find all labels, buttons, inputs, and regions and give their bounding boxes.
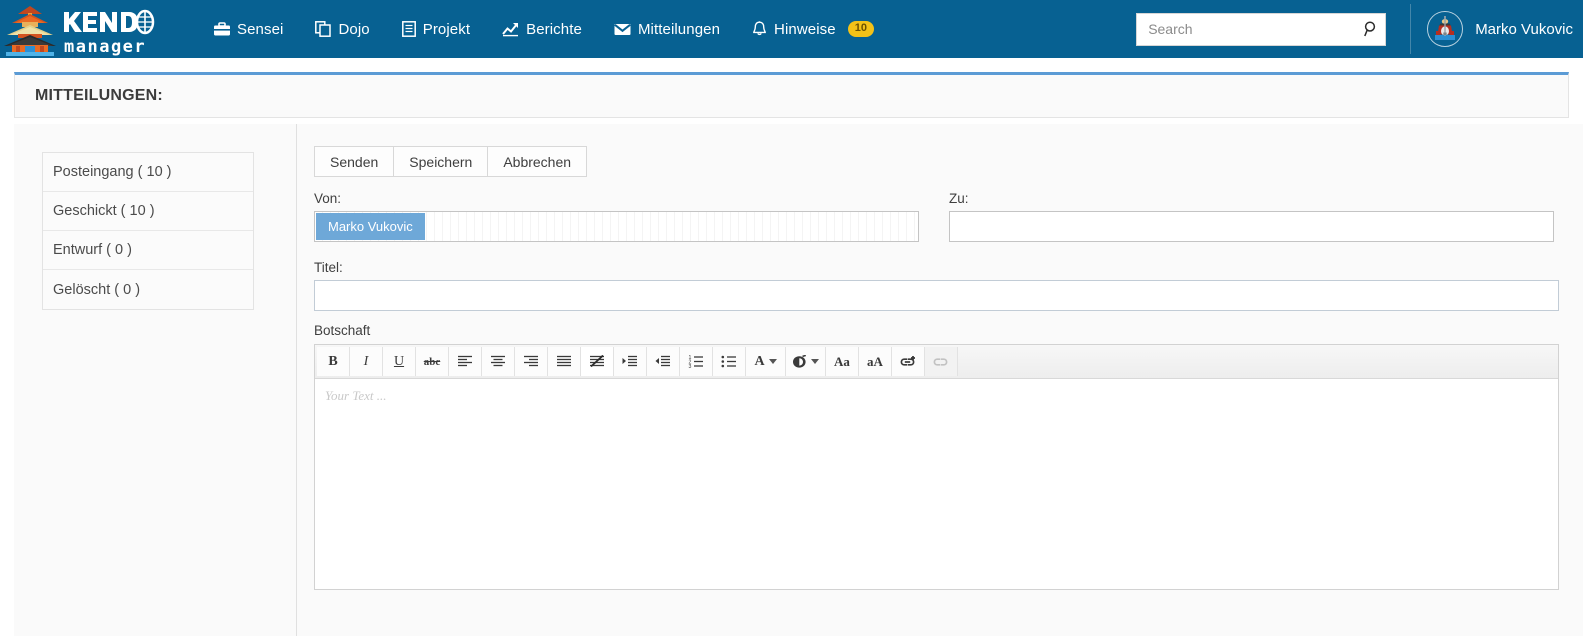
- from-field-group: Von: Marko Vukovic: [314, 191, 919, 242]
- nav-item-projekt[interactable]: Projekt: [386, 15, 486, 44]
- save-button[interactable]: Speichern: [393, 146, 488, 177]
- nav-item-label: Mitteilungen: [637, 20, 721, 38]
- bell-icon: [752, 21, 767, 37]
- folder-list: Posteingang ( 10 ) Geschickt ( 10 ) Entw…: [42, 152, 254, 310]
- header-divider: [1410, 4, 1412, 54]
- message-editor-area[interactable]: Your Text ...: [315, 379, 1558, 589]
- folder-label: Posteingang ( 10 ): [53, 164, 172, 180]
- notification-badge: 10: [847, 21, 874, 37]
- nav-item-dojo[interactable]: Dojo: [299, 15, 385, 44]
- nav-item-label: Hinweise: [774, 20, 836, 38]
- nav-item-berichte[interactable]: Berichte: [486, 15, 598, 44]
- indent-decrease-icon[interactable]: [647, 347, 680, 376]
- folder-label: Entwurf ( 0 ): [53, 242, 132, 258]
- nav-item-label: Berichte: [526, 20, 582, 38]
- from-input[interactable]: Marko Vukovic: [314, 211, 919, 242]
- search-icon: [1364, 21, 1376, 37]
- page-title: MITTEILUNGEN:: [35, 87, 163, 104]
- indent-increase-icon[interactable]: [614, 347, 647, 376]
- top-navigation-bar: manager Sensei Dojo Projekt Berichte Mit…: [0, 0, 1583, 58]
- samurai-avatar-icon: [1430, 14, 1461, 44]
- folder-label: Geschickt ( 10 ): [53, 203, 155, 219]
- strikethrough-icon[interactable]: abc: [416, 347, 449, 376]
- bold-icon[interactable]: B: [317, 347, 350, 376]
- page-header-panel: MITTEILUNGEN:: [14, 72, 1569, 118]
- font-size-decrease-icon[interactable]: aA: [859, 347, 892, 376]
- send-button[interactable]: Senden: [314, 146, 394, 177]
- rich-text-editor: B I U abc 1 2 3 A Aa aA Your Text ...: [314, 344, 1559, 590]
- user-menu[interactable]: Marko Vukovic: [1427, 11, 1583, 47]
- highlight-color-icon[interactable]: [786, 347, 826, 376]
- folder-label: Gelöscht ( 0 ): [53, 281, 141, 298]
- italic-icon[interactable]: I: [350, 347, 383, 376]
- cancel-button[interactable]: Abbrechen: [487, 146, 588, 177]
- chevron-down-icon: [811, 359, 819, 364]
- underline-icon[interactable]: U: [383, 347, 416, 376]
- compose-actions: Senden Speichern Abbrechen: [314, 146, 1559, 177]
- recipient-token[interactable]: Marko Vukovic: [316, 213, 425, 240]
- document-icon: [401, 21, 416, 37]
- search-button[interactable]: [1364, 21, 1379, 37]
- nav-item-label: Projekt: [422, 20, 471, 38]
- editor-toolbar: B I U abc 1 2 3 A Aa aA: [315, 345, 1558, 379]
- copy-icon: [315, 21, 332, 37]
- nav-item-label: Sensei: [237, 20, 284, 38]
- insert-link-icon[interactable]: [892, 347, 925, 376]
- align-center-icon[interactable]: [482, 347, 515, 376]
- search-box[interactable]: [1136, 12, 1387, 46]
- align-right-icon[interactable]: [515, 347, 548, 376]
- main-menu: Sensei Dojo Projekt Berichte Mitteilunge: [198, 15, 890, 44]
- recipient-row: Von: Marko Vukovic Zu:: [314, 191, 1559, 242]
- remove-format-icon[interactable]: [581, 347, 614, 376]
- message-label: Botschaft: [314, 323, 371, 338]
- nav-item-sensei[interactable]: Sensei: [198, 15, 299, 44]
- message-placeholder: Your Text ...: [325, 388, 387, 403]
- font-color-icon[interactable]: A: [746, 347, 786, 376]
- chevron-down-icon: [768, 359, 777, 364]
- to-input[interactable]: [949, 211, 1554, 242]
- align-left-icon[interactable]: [449, 347, 482, 376]
- nav-item-mitteilungen[interactable]: Mitteilungen: [598, 15, 736, 44]
- remove-link-icon: [925, 347, 958, 376]
- sidebar: Posteingang ( 10 ) Geschickt ( 10 ) Entw…: [14, 124, 297, 636]
- chart-line-icon: [502, 22, 519, 37]
- title-field-group: Titel:: [314, 260, 1559, 311]
- sidebar-item-geschickt[interactable]: Geschickt ( 10 ): [43, 192, 253, 231]
- font-size-increase-icon[interactable]: Aa: [826, 347, 859, 376]
- sidebar-item-entwurf[interactable]: Entwurf ( 0 ): [43, 231, 253, 270]
- brand-logo[interactable]: manager: [0, 0, 160, 58]
- content-area: Posteingang ( 10 ) Geschickt ( 10 ) Entw…: [14, 124, 1583, 636]
- page-body: MITTEILUNGEN: Posteingang ( 10 ) Geschic…: [0, 58, 1583, 636]
- avatar: [1427, 11, 1464, 47]
- header-right-area: Marko Vukovic: [1136, 0, 1583, 58]
- align-justify-icon[interactable]: [548, 347, 581, 376]
- unordered-list-icon[interactable]: [713, 347, 746, 376]
- compose-form: Senden Speichern Abbrechen Von: Marko Vu…: [297, 124, 1583, 636]
- to-label: Zu:: [949, 191, 969, 206]
- svg-text:3: 3: [689, 364, 692, 368]
- ordered-list-icon[interactable]: 123: [680, 347, 713, 376]
- pagoda-icon: manager: [4, 6, 155, 56]
- svg-text:manager: manager: [64, 37, 146, 56]
- user-name: Marko Vukovic: [1475, 20, 1573, 38]
- to-field-group: Zu:: [949, 191, 1554, 242]
- briefcase-icon: [214, 21, 230, 37]
- sidebar-item-posteingang[interactable]: Posteingang ( 10 ): [43, 153, 253, 192]
- nav-item-hinweise[interactable]: Hinweise 10: [736, 15, 890, 44]
- envelope-icon: [614, 23, 631, 36]
- nav-item-label: Dojo: [338, 20, 370, 38]
- title-input[interactable]: [314, 280, 1559, 311]
- title-label: Titel:: [314, 260, 343, 275]
- sidebar-item-geloescht[interactable]: Gelöscht ( 0 ): [43, 270, 253, 309]
- search-input[interactable]: [1137, 13, 1386, 45]
- from-label: Von:: [314, 191, 342, 206]
